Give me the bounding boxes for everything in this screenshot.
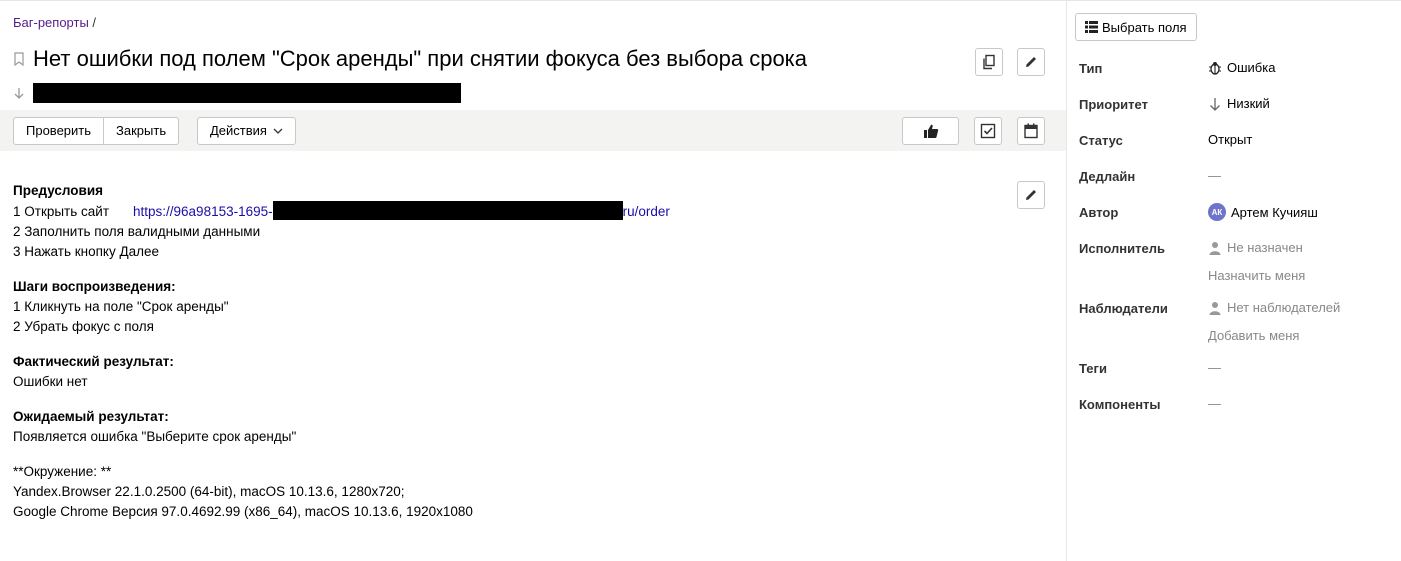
environment-line-1: Yandex.Browser 22.1.0.2500 (64-bit), mac… — [13, 484, 405, 499]
deadline-value[interactable]: — — [1208, 168, 1221, 183]
priority-label: Приоритет — [1079, 97, 1148, 112]
type-value-text: Ошибка — [1227, 60, 1276, 75]
check-button[interactable]: Проверить — [13, 117, 105, 145]
issue-toolbar: Проверить Закрыть Действия — [0, 110, 1066, 151]
step-2: 2 Убрать фокус с поля — [13, 319, 154, 334]
issue-description: Предусловия 1 Открыть сайт https://96a981… — [13, 181, 670, 522]
step-1: 1 Кликнуть на поле "Срок аренды" — [13, 299, 229, 314]
title-row: Нет ошибки под полем "Срок аренды" при с… — [13, 45, 807, 73]
main-panel: Баг-репорты / Нет ошибки под полем "Срок… — [0, 0, 1066, 561]
redacted-block — [33, 83, 461, 103]
tags-value[interactable]: — — [1208, 360, 1221, 375]
actual-result-text: Ошибки нет — [13, 374, 88, 389]
checkbox-icon — [980, 123, 996, 139]
bug-icon — [1209, 61, 1221, 75]
pencil-icon — [1026, 190, 1036, 200]
assignee-value-text: Не назначен — [1227, 240, 1303, 255]
expected-result-heading: Ожидаемый результат: — [13, 409, 169, 424]
add-me-link[interactable]: Добавить меня — [1208, 328, 1299, 343]
edit-description-button[interactable] — [1017, 181, 1045, 209]
watchers-label: Наблюдатели — [1079, 301, 1168, 316]
copy-button[interactable] — [975, 48, 1003, 76]
person-icon — [1209, 241, 1221, 255]
assign-me-link[interactable]: Назначить меня — [1208, 268, 1305, 283]
person-icon — [1209, 301, 1221, 315]
actions-label: Действия — [210, 123, 267, 138]
priority-value-text: Низкий — [1227, 96, 1270, 111]
page-title: Нет ошибки под полем "Срок аренды" при с… — [33, 46, 808, 71]
bookmark-icon[interactable] — [13, 52, 25, 66]
redacted-url-part — [272, 201, 623, 220]
environment-heading: **Окружение: ** — [13, 464, 112, 479]
arrow-down-icon — [14, 88, 24, 99]
type-label: Тип — [1079, 61, 1103, 76]
thumbs-up-icon — [923, 124, 938, 138]
edit-title-button[interactable] — [1017, 48, 1045, 76]
precondition-3: 3 Нажать кнопку Далее — [13, 244, 160, 259]
tags-label: Теги — [1079, 361, 1107, 376]
calendar-button[interactable] — [1017, 117, 1045, 145]
author-value[interactable]: АК Артем Кучияш — [1208, 203, 1318, 221]
precondition-1: 1 Открыть сайт https://96a98153-1695- ru/o… — [13, 201, 670, 222]
avatar: АК — [1208, 203, 1226, 221]
fields-icon — [1085, 21, 1098, 33]
chevron-down-icon — [273, 128, 283, 134]
status-label: Статус — [1079, 133, 1123, 148]
url-start: https://96a98153-1695- — [133, 204, 273, 219]
choose-fields-label: Выбрать поля — [1102, 19, 1187, 35]
pencil-icon — [1026, 57, 1036, 67]
preconditions-heading: Предусловия — [13, 183, 103, 198]
priority-value[interactable]: Низкий — [1208, 96, 1270, 111]
watchers-value[interactable]: Нет наблюдателей — [1208, 300, 1340, 315]
breadcrumb: Баг-репорты / — [13, 15, 96, 30]
precondition-1-text: 1 Открыть сайт — [13, 204, 110, 219]
url-end: ru/order — [622, 204, 670, 219]
type-value[interactable]: Ошибка — [1208, 60, 1275, 75]
steps-heading: Шаги воспроизведения: — [13, 279, 176, 294]
order-url-link[interactable]: https://96a98153-1695- ru/order — [133, 201, 670, 220]
breadcrumb-separator: / — [88, 15, 97, 30]
breadcrumb-link-bug-reports[interactable]: Баг-репорты — [13, 15, 89, 30]
status-button-group: Проверить Закрыть — [13, 117, 180, 145]
environment-line-2: Google Chrome Версия 97.0.4692.99 (x86_6… — [13, 504, 473, 519]
actions-dropdown[interactable]: Действия — [197, 117, 296, 145]
issue-key-row — [13, 83, 461, 103]
choose-fields-button[interactable]: Выбрать поля — [1075, 13, 1197, 41]
arrow-down-icon — [1210, 97, 1220, 111]
close-button[interactable]: Закрыть — [104, 117, 180, 145]
watchers-value-text: Нет наблюдателей — [1227, 300, 1341, 315]
actual-result-heading: Фактический результат: — [13, 354, 174, 369]
assignee-value[interactable]: Не назначен — [1208, 240, 1303, 255]
deadline-label: Дедлайн — [1079, 169, 1136, 184]
precondition-2: 2 Заполнить поля валидными данными — [13, 224, 261, 239]
components-value[interactable]: — — [1208, 396, 1221, 411]
author-label: Автор — [1079, 205, 1119, 220]
author-name: Артем Кучияш — [1231, 204, 1318, 220]
expected-result-text: Появляется ошибка "Выберите срок аренды" — [13, 429, 297, 444]
components-label: Компоненты — [1079, 397, 1161, 412]
like-button[interactable] — [902, 117, 959, 145]
assignee-label: Исполнитель — [1079, 241, 1165, 256]
copy-icon — [983, 54, 995, 70]
issue-sidebar: Выбрать поля Тип Ошибка Приоритет Низкий… — [1066, 0, 1401, 561]
checklist-button[interactable] — [974, 117, 1002, 145]
calendar-icon — [1024, 123, 1038, 139]
status-value: Открыт — [1208, 132, 1253, 147]
